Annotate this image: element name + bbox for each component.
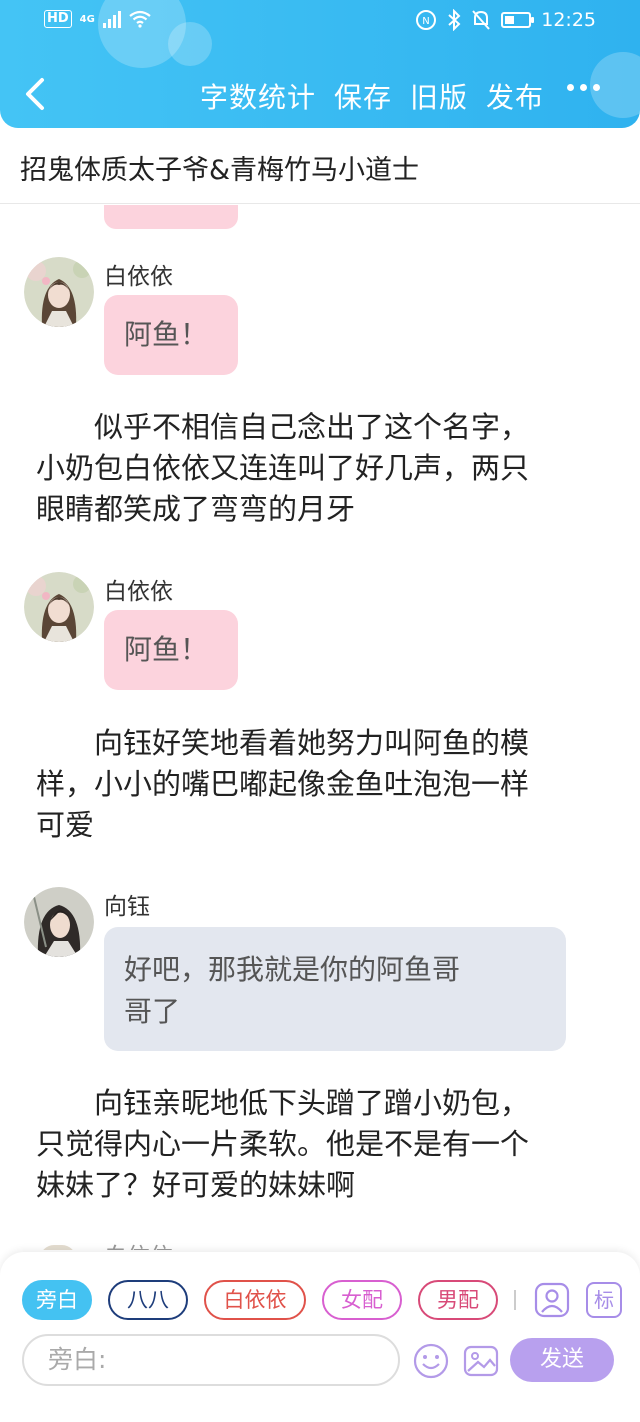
- narration-line: 向钰好笑地看着她努力叫阿鱼的模: [94, 726, 530, 760]
- avatar-bai-yiyi[interactable]: [24, 572, 94, 642]
- compose-panel: 旁白 八八 白依依 女配 男配 标 旁白: 发送: [0, 1252, 640, 1422]
- input-row: 旁白: 发送: [22, 1334, 622, 1388]
- network-gen: 4G: [79, 13, 95, 25]
- narration-line: 向钰亲昵地低下头蹭了蹭小奶包，: [94, 1086, 530, 1120]
- battery-icon: [501, 12, 535, 28]
- back-arrow-icon[interactable]: [20, 74, 54, 114]
- message-item-partial: 白依依: [0, 1244, 640, 1250]
- save-button[interactable]: 保存: [334, 76, 392, 116]
- role-chips: 旁白 八八 白依依 女配 男配: [22, 1280, 518, 1320]
- narration-line: 可爱: [36, 808, 95, 842]
- narration-line: 眼睛都笑成了弯弯的月牙: [36, 492, 356, 526]
- speaker-name: 白依依: [104, 579, 173, 605]
- hd-badge: HD: [44, 10, 72, 28]
- signal-icon: [102, 10, 121, 28]
- old-version-button[interactable]: 旧版: [410, 76, 468, 116]
- message-bubble[interactable]: 阿鱼！: [104, 610, 238, 690]
- message-item[interactable]: 向钰 好吧，那我就是你的阿鱼哥 哥了: [0, 885, 640, 1055]
- wifi-icon: [129, 10, 151, 28]
- app-header: HD 4G N 12:25 字数统计 保存 旧版 发布: [0, 0, 640, 128]
- message-line: 好吧，那我就是你的阿鱼哥: [124, 953, 461, 986]
- narration-line: 妹妹了？好可爱的妹妹啊: [36, 1168, 356, 1202]
- chip-overflow-divider: [514, 1290, 518, 1310]
- speaker-name: 白依依: [104, 264, 173, 290]
- narration-block[interactable]: 向钰好笑地看着她努力叫阿鱼的模 样，小小的嘴巴嘟起像金鱼吐泡泡一样 可爱: [36, 723, 606, 846]
- message-item[interactable]: 白依依 阿鱼！: [0, 570, 640, 700]
- narration-line: 只觉得内心一片柔软。他是不是有一个: [36, 1127, 530, 1161]
- status-bar: HD 4G N 12:25: [0, 0, 640, 44]
- story-title[interactable]: 招鬼体质太子爷&青梅竹马小道士: [20, 148, 419, 187]
- speaker-name: 向钰: [104, 894, 150, 920]
- person-card-icon[interactable]: [534, 1282, 570, 1318]
- data-saver-icon: N: [416, 10, 437, 30]
- narration-block[interactable]: 向钰亲昵地低下头蹭了蹭小奶包， 只觉得内心一片柔软。他是不是有一个 妹妹了？好可…: [36, 1083, 606, 1206]
- role-chip-baba[interactable]: 八八: [108, 1280, 188, 1320]
- nav-actions: 字数统计 保存 旧版 发布: [200, 76, 544, 116]
- message-input[interactable]: 旁白:: [22, 1334, 400, 1386]
- message-bubble-partial: [104, 205, 238, 229]
- message-bubble[interactable]: 好吧，那我就是你的阿鱼哥 哥了: [104, 927, 566, 1051]
- role-chip-male-support[interactable]: 男配: [418, 1280, 498, 1320]
- tag-button[interactable]: 标: [586, 1282, 622, 1318]
- emoji-icon[interactable]: [412, 1342, 450, 1380]
- bluetooth-icon: [448, 9, 461, 31]
- svg-text:N: N: [422, 16, 429, 27]
- role-chip-female-support[interactable]: 女配: [322, 1280, 402, 1320]
- message-item[interactable]: 白依依 阿鱼！: [0, 255, 640, 385]
- word-count-button[interactable]: 字数统计: [200, 76, 316, 116]
- speaker-name: 白依依: [104, 1237, 173, 1250]
- message-line: 哥了: [124, 995, 181, 1028]
- message-bubble[interactable]: 阿鱼！: [104, 295, 238, 375]
- narration-line: 小奶包白依依又连连叫了好几声，两只: [36, 451, 530, 485]
- mute-bell-icon: [472, 10, 490, 30]
- avatar-bai-yiyi[interactable]: [24, 257, 94, 327]
- clock: 12:25: [541, 9, 596, 31]
- image-icon[interactable]: [462, 1342, 500, 1380]
- avatar-xiang-yu[interactable]: [24, 887, 94, 957]
- narration-block[interactable]: 似乎不相信自己念出了这个名字， 小奶包白依依又连连叫了好几声，两只 眼睛都笑成了…: [36, 407, 606, 530]
- story-title-bar: 招鬼体质太子爷&青梅竹马小道士: [0, 128, 640, 204]
- send-button[interactable]: 发送: [510, 1338, 614, 1382]
- publish-button[interactable]: 发布: [486, 76, 544, 116]
- narration-line: 似乎不相信自己念出了这个名字，: [94, 410, 530, 444]
- role-chip-narrator[interactable]: 旁白: [22, 1280, 92, 1320]
- narration-line: 样，小小的嘴巴嘟起像金鱼吐泡泡一样: [36, 767, 530, 801]
- nav-bar: 字数统计 保存 旧版 发布: [0, 70, 640, 118]
- story-content[interactable]: 白依依 阿鱼！ 似乎不相信自己念出了这个名字， 小奶包白依依又连连叫了好几声，两…: [0, 205, 640, 1250]
- role-chip-bai-yiyi[interactable]: 白依依: [204, 1280, 306, 1320]
- more-icon[interactable]: [567, 84, 600, 91]
- avatar-partial: [40, 1245, 76, 1250]
